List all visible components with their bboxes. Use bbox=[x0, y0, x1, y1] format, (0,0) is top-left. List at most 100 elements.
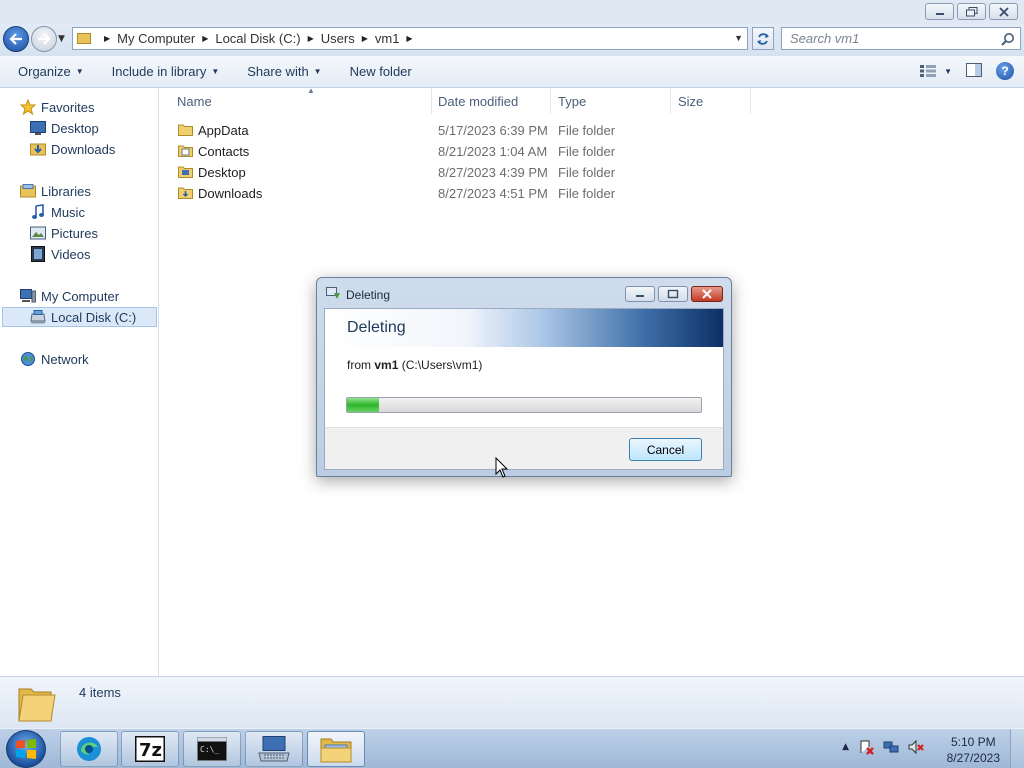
share-with-button[interactable]: Share with ▼ bbox=[247, 64, 321, 79]
dialog-body: Deleting from vm1 (C:\Users\vm1) Cancel bbox=[324, 308, 724, 470]
breadcrumb-chevron-icon[interactable]: ▶ bbox=[308, 34, 314, 43]
preview-pane-button[interactable] bbox=[966, 62, 982, 80]
sort-ascending-icon: ▲ bbox=[307, 86, 315, 95]
search-icon[interactable] bbox=[1001, 32, 1015, 46]
column-header-date-modified[interactable]: Date modified bbox=[430, 88, 551, 114]
forward-button[interactable] bbox=[31, 26, 57, 52]
nav-item-local-disk[interactable]: Local Disk (C:) bbox=[2, 307, 157, 327]
dialog-footer: Cancel bbox=[325, 427, 723, 469]
share-with-label: Share with bbox=[247, 64, 309, 79]
search-input[interactable]: Search vm1 bbox=[781, 27, 1021, 50]
nav-item-downloads-label: Downloads bbox=[51, 141, 116, 157]
file-type: File folder bbox=[558, 144, 616, 159]
file-row-appdata[interactable]: AppData 5/17/2023 6:39 PM File folder bbox=[176, 120, 756, 141]
breadcrumb-my-computer[interactable]: My Computer bbox=[117, 31, 195, 46]
cancel-button[interactable]: Cancel bbox=[629, 438, 702, 461]
dialog-maximize-button[interactable] bbox=[658, 286, 688, 302]
nav-item-downloads[interactable]: Downloads bbox=[30, 139, 115, 159]
column-header-size[interactable]: Size bbox=[670, 88, 751, 114]
dialog-caption-buttons bbox=[625, 286, 723, 302]
minimize-icon bbox=[935, 12, 944, 15]
file-name: Contacts bbox=[198, 144, 250, 159]
start-button[interactable] bbox=[6, 730, 46, 768]
column-header-type[interactable]: Type bbox=[550, 88, 671, 114]
organize-button[interactable]: Organize ▼ bbox=[18, 64, 84, 79]
volume-muted-icon[interactable] bbox=[908, 739, 924, 755]
refresh-button[interactable] bbox=[752, 27, 774, 50]
nav-item-music-label: Music bbox=[51, 204, 85, 220]
nav-item-pictures-label: Pictures bbox=[51, 225, 98, 241]
nav-item-pictures[interactable]: Pictures bbox=[30, 223, 98, 243]
nav-item-videos[interactable]: Videos bbox=[30, 244, 91, 264]
svg-text:7z: 7z bbox=[139, 740, 162, 761]
view-options-icon bbox=[920, 65, 937, 77]
star-icon bbox=[20, 99, 36, 115]
dialog-heading: Deleting bbox=[347, 319, 406, 336]
breadcrumb-chevron-icon[interactable]: ▶ bbox=[202, 34, 208, 43]
breadcrumb-chevron-icon[interactable]: ▶ bbox=[406, 34, 412, 43]
file-type: File folder bbox=[558, 186, 616, 201]
cmd-icon: C:\_ bbox=[197, 737, 227, 761]
breadcrumb-local-disk[interactable]: Local Disk (C:) bbox=[215, 31, 300, 46]
help-button[interactable]: ? bbox=[996, 62, 1014, 80]
file-type: File folder bbox=[558, 123, 616, 138]
window-titlebar[interactable] bbox=[0, 0, 1024, 24]
source-folder-name: vm1 bbox=[374, 358, 399, 372]
file-name: Downloads bbox=[198, 186, 263, 201]
taskbar-cmd[interactable]: C:\_ bbox=[183, 731, 241, 767]
column-name-label: Name bbox=[177, 93, 212, 109]
file-date: 5/17/2023 6:39 PM bbox=[438, 123, 548, 138]
taskbar-7zip[interactable]: 7z bbox=[121, 731, 179, 767]
file-row-desktop[interactable]: Desktop 8/27/2023 4:39 PM File folder bbox=[176, 162, 756, 183]
hard-drive-icon bbox=[30, 309, 46, 325]
close-icon bbox=[702, 289, 712, 299]
taskbar-clock[interactable]: 5:10 PM 8/27/2023 bbox=[947, 734, 1000, 766]
chevron-down-icon: ▼ bbox=[944, 66, 952, 76]
edge-icon bbox=[77, 737, 101, 761]
new-folder-button[interactable]: New folder bbox=[350, 64, 412, 79]
nav-favorites[interactable]: Favorites bbox=[20, 97, 94, 117]
action-center-icon[interactable] bbox=[858, 739, 874, 755]
downloads-icon bbox=[30, 141, 46, 157]
change-view-button[interactable]: ▼ bbox=[920, 65, 952, 77]
file-name: AppData bbox=[198, 123, 249, 138]
show-desktop-button[interactable] bbox=[1010, 729, 1024, 768]
chevron-down-icon: ▼ bbox=[75, 67, 84, 76]
back-button[interactable] bbox=[3, 26, 29, 52]
file-row-downloads[interactable]: Downloads 8/27/2023 4:51 PM File folder bbox=[176, 183, 756, 204]
address-history-dropdown[interactable]: ▼ bbox=[734, 33, 743, 43]
include-in-library-label: Include in library bbox=[111, 64, 207, 79]
source-folder-path: (C:\Users\vm1) bbox=[398, 358, 483, 372]
item-count: 4 items bbox=[79, 685, 121, 700]
file-row-contacts[interactable]: Contacts 8/21/2023 1:04 AM File folder bbox=[176, 141, 756, 162]
nav-network[interactable]: Network bbox=[20, 349, 89, 369]
address-bar[interactable]: ▶ My Computer ▶ Local Disk (C:) ▶ Users … bbox=[72, 27, 748, 50]
breadcrumb-chevron-icon[interactable]: ▶ bbox=[362, 34, 368, 43]
taskbar-explorer[interactable] bbox=[307, 731, 365, 767]
close-button[interactable] bbox=[989, 3, 1018, 20]
breadcrumb-chevron-icon[interactable]: ▶ bbox=[104, 34, 110, 43]
forward-arrow-icon bbox=[38, 33, 51, 45]
breadcrumb-users[interactable]: Users bbox=[321, 31, 355, 46]
nav-item-music[interactable]: Music bbox=[30, 202, 85, 222]
nav-my-computer-label: My Computer bbox=[41, 288, 120, 304]
recent-pages-dropdown[interactable]: ▼ bbox=[58, 34, 65, 44]
network-status-icon[interactable] bbox=[883, 739, 899, 755]
nav-my-computer[interactable]: My Computer bbox=[20, 286, 119, 306]
dialog-minimize-button[interactable] bbox=[625, 286, 655, 302]
show-hidden-icons-button[interactable]: ▲ bbox=[842, 742, 849, 752]
taskbar-keyboard[interactable] bbox=[245, 731, 303, 767]
delete-progress-bar bbox=[346, 397, 702, 413]
restore-button[interactable] bbox=[957, 3, 986, 20]
close-icon bbox=[998, 6, 1009, 17]
nav-item-desktop[interactable]: Desktop bbox=[30, 118, 99, 138]
breadcrumb-vm1[interactable]: vm1 bbox=[375, 31, 400, 46]
nav-libraries[interactable]: Libraries bbox=[20, 181, 91, 201]
include-in-library-button[interactable]: Include in library ▼ bbox=[112, 64, 220, 79]
nav-item-local-disk-label: Local Disk (C:) bbox=[51, 309, 137, 325]
from-prefix: from bbox=[347, 358, 375, 372]
minimize-button[interactable] bbox=[925, 3, 954, 20]
column-header-name[interactable]: Name ▲ bbox=[169, 86, 432, 114]
dialog-close-button[interactable] bbox=[691, 286, 723, 302]
taskbar-edge[interactable] bbox=[60, 731, 118, 767]
